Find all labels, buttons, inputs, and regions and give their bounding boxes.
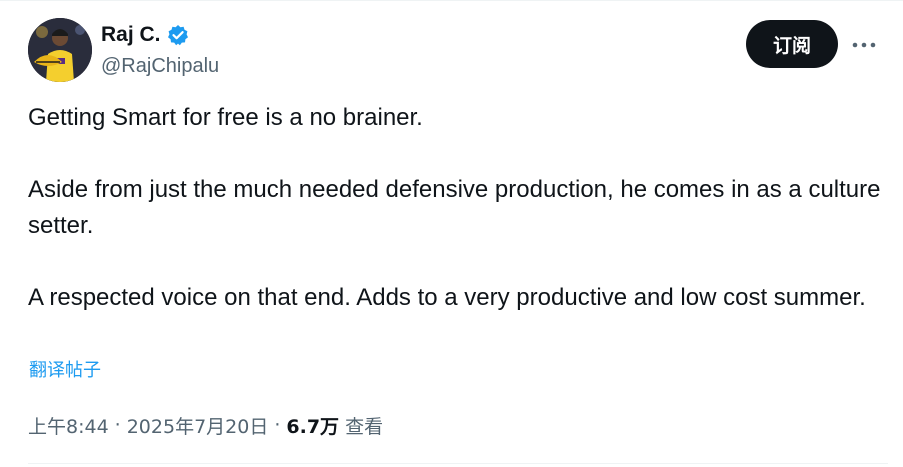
more-options-icon[interactable] (849, 30, 879, 60)
author-display-name[interactable]: Raj C. (101, 21, 161, 49)
tweet-paragraph: Aside from just the much needed defensiv… (28, 176, 881, 239)
bottom-divider (28, 463, 888, 464)
tweet-paragraph: Getting Smart for free is a no brainer. (28, 104, 423, 131)
avatar[interactable] (28, 18, 92, 82)
author-block: Raj C. @RajChipalu (101, 21, 219, 80)
subscribe-button[interactable]: 订阅 (746, 20, 838, 68)
author-handle[interactable]: @RajChipalu (101, 52, 219, 80)
tweet-date[interactable]: 2025年7月20日 (127, 412, 269, 439)
meta-separator: · (114, 414, 121, 436)
tweet-paragraph: A respected voice on that end. Adds to a… (28, 284, 866, 311)
tweet-time[interactable]: 上午8:44 (28, 412, 109, 439)
translate-post-link[interactable]: 翻译帖子 (29, 358, 101, 384)
tweet-body: Getting Smart for free is a no brainer. … (28, 100, 888, 316)
verified-badge-icon[interactable] (167, 24, 189, 46)
top-divider (0, 0, 903, 1)
meta-separator: · (274, 414, 281, 436)
tweet-metadata: 上午8:44 · 2025年7月20日 · 6.7万 查看 (28, 410, 383, 440)
avatar-image (28, 18, 92, 82)
views-count[interactable]: 6.7万 (286, 412, 339, 439)
author-name-row: Raj C. (101, 21, 219, 49)
views-label[interactable]: 查看 (345, 412, 383, 439)
